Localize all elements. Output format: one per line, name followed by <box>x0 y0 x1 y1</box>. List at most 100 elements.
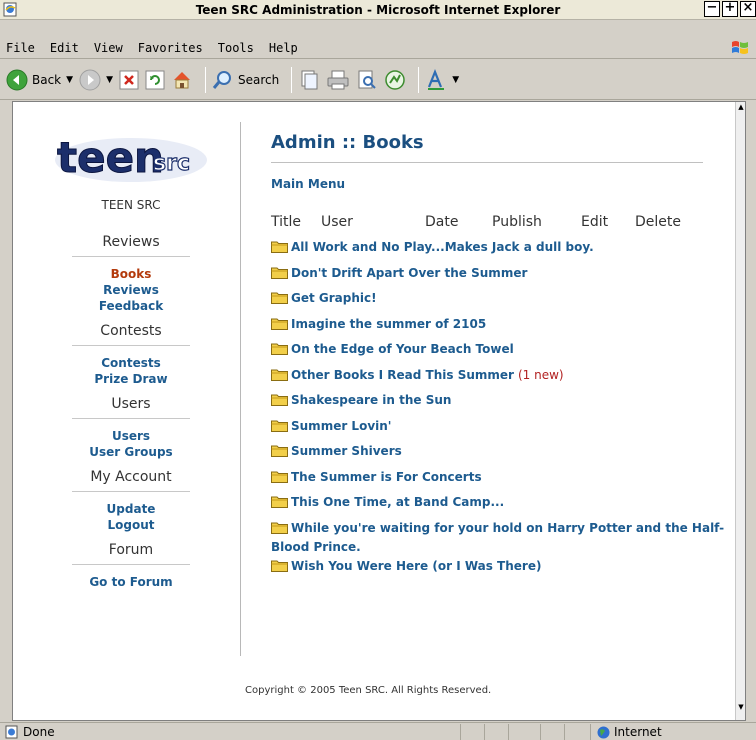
maximize-icon: + <box>724 0 736 15</box>
nav-heading-forum: Forum <box>72 542 190 565</box>
maximize-button[interactable]: + <box>722 0 738 17</box>
nav-heading-users: Users <box>72 396 190 419</box>
book-title-link[interactable]: On the Edge of Your Beach Towel <box>291 342 514 356</box>
history-button[interactable] <box>298 65 320 95</box>
column-title: Title <box>271 214 302 230</box>
folder-icon <box>271 420 288 432</box>
folder-icon <box>271 267 288 279</box>
back-dropdown-icon[interactable]: ▼ <box>66 75 73 85</box>
nav-group-my-account: Update Logout <box>53 501 209 533</box>
folder-icon <box>271 241 288 253</box>
menu-help[interactable]: Help <box>267 41 300 55</box>
nav-group-users: Users User Groups <box>53 428 209 460</box>
column-user: User <box>321 214 353 230</box>
forward-button[interactable]: ▼ <box>79 65 113 95</box>
nav-link-logout[interactable]: Logout <box>53 517 209 533</box>
refresh-button[interactable] <box>145 65 165 95</box>
book-row: The Summer is For Concerts <box>271 466 741 492</box>
menu-file[interactable]: File <box>4 41 37 55</box>
nav-link-contests[interactable]: Contests <box>53 355 209 371</box>
home-button[interactable] <box>171 65 193 95</box>
scroll-down-arrow-icon[interactable]: ▼ <box>736 702 745 712</box>
status-panel-divider <box>564 724 565 740</box>
font-size-icon <box>428 68 445 90</box>
book-title-link[interactable]: Imagine the summer of 2105 <box>291 317 486 331</box>
book-title-link[interactable]: Summer Lovin' <box>291 419 391 433</box>
nav-link-prize-draw[interactable]: Prize Draw <box>53 371 209 387</box>
book-title-link[interactable]: This One Time, at Band Camp... <box>291 495 504 509</box>
menu-bar: File Edit View Favorites Tools Help <box>0 37 756 59</box>
back-label: Back <box>32 72 62 87</box>
folder-icon <box>271 318 288 330</box>
minimize-button[interactable]: − <box>704 0 720 17</box>
sidebar: teen src TEEN SRC Reviews Books Reviews … <box>53 122 209 599</box>
nav-link-feedback[interactable]: Feedback <box>53 298 209 314</box>
menu-favorites[interactable]: Favorites <box>136 41 205 55</box>
books-list: All Work and No Play...Makes Jack a dull… <box>271 236 741 580</box>
teensrc-logo: teen src <box>55 133 207 183</box>
status-bar: Done Internet <box>0 722 756 740</box>
nav-link-reviews[interactable]: Reviews <box>53 282 209 298</box>
vertical-scrollbar[interactable]: ▲ ▼ <box>735 102 745 720</box>
menu-view[interactable]: View <box>92 41 125 55</box>
nav-heading-my-account: My Account <box>72 469 190 492</box>
status-text: Done <box>23 725 55 739</box>
book-row: All Work and No Play...Makes Jack a dull… <box>271 236 741 262</box>
search-icon <box>212 70 231 89</box>
search-label: Search <box>237 72 280 87</box>
search-button[interactable]: Search <box>212 65 279 95</box>
stop-button[interactable] <box>119 65 139 95</box>
refresh-icon <box>145 70 165 89</box>
window-title: Teen SRC Administration - Microsoft Inte… <box>195 3 561 17</box>
messenger-button[interactable] <box>384 65 406 95</box>
main-content: Admin :: Books Main Menu Title User Date… <box>271 132 741 580</box>
menu-tools[interactable]: Tools <box>216 41 256 55</box>
book-title-link[interactable]: The Summer is For Concerts <box>291 470 482 484</box>
nav-link-update[interactable]: Update <box>53 501 209 517</box>
nav-link-go-to-forum[interactable]: Go to Forum <box>53 574 209 590</box>
folder-icon <box>271 471 288 483</box>
book-title-link[interactable]: Don't Drift Apart Over the Summer <box>291 266 527 280</box>
book-row: This One Time, at Band Camp... <box>271 491 741 517</box>
close-icon: × <box>742 0 754 15</box>
research-button[interactable] <box>356 65 378 95</box>
book-row: Get Graphic! <box>271 287 741 313</box>
status-panel-divider <box>484 724 485 740</box>
nav-link-books[interactable]: Books <box>53 266 209 282</box>
font-size-button[interactable]: ▼ <box>425 65 459 95</box>
back-arrow-icon <box>6 69 28 90</box>
book-row: Other Books I Read This Summer (1 new) <box>271 364 741 390</box>
nav-heading-contests: Contests <box>72 323 190 346</box>
page-viewport: teen src TEEN SRC Reviews Books Reviews … <box>12 101 746 721</box>
book-title-link[interactable]: While you're waiting for your hold on Ha… <box>271 521 724 554</box>
column-date: Date <box>425 214 459 230</box>
book-title-link[interactable]: Get Graphic! <box>291 291 377 305</box>
close-button[interactable]: × <box>740 0 756 17</box>
column-edit: Edit <box>581 214 609 230</box>
book-row: On the Edge of Your Beach Towel <box>271 338 741 364</box>
scroll-up-arrow-icon[interactable]: ▲ <box>736 102 745 112</box>
nav-link-user-groups[interactable]: User Groups <box>53 444 209 460</box>
font-size-dropdown-icon[interactable]: ▼ <box>452 75 459 85</box>
toolbar-separator <box>418 66 420 93</box>
print-button[interactable] <box>326 65 350 95</box>
menu-edit[interactable]: Edit <box>48 41 81 55</box>
book-title-link[interactable]: All Work and No Play...Makes Jack a dull… <box>291 240 594 254</box>
title-divider <box>271 162 703 163</box>
book-title-link[interactable]: Summer Shivers <box>291 444 402 458</box>
book-title-link[interactable]: Wish You Were Here (or I Was There) <box>291 559 541 573</box>
main-menu-link[interactable]: Main Menu <box>271 177 345 191</box>
column-delete: Delete <box>635 214 681 230</box>
svg-text:teen: teen <box>57 133 164 182</box>
status-panel-divider <box>590 724 591 740</box>
forward-dropdown-icon[interactable]: ▼ <box>106 75 113 85</box>
history-icon <box>301 70 318 89</box>
svg-text:src: src <box>153 151 190 176</box>
book-row: Shakespeare in the Sun <box>271 389 741 415</box>
book-title-link[interactable]: Other Books I Read This Summer <box>291 368 514 382</box>
content-divider <box>240 122 241 656</box>
book-title-link[interactable]: Shakespeare in the Sun <box>291 393 451 407</box>
nav-link-users[interactable]: Users <box>53 428 209 444</box>
forward-arrow-icon <box>79 69 101 90</box>
back-button[interactable]: Back ▼ <box>6 65 73 95</box>
